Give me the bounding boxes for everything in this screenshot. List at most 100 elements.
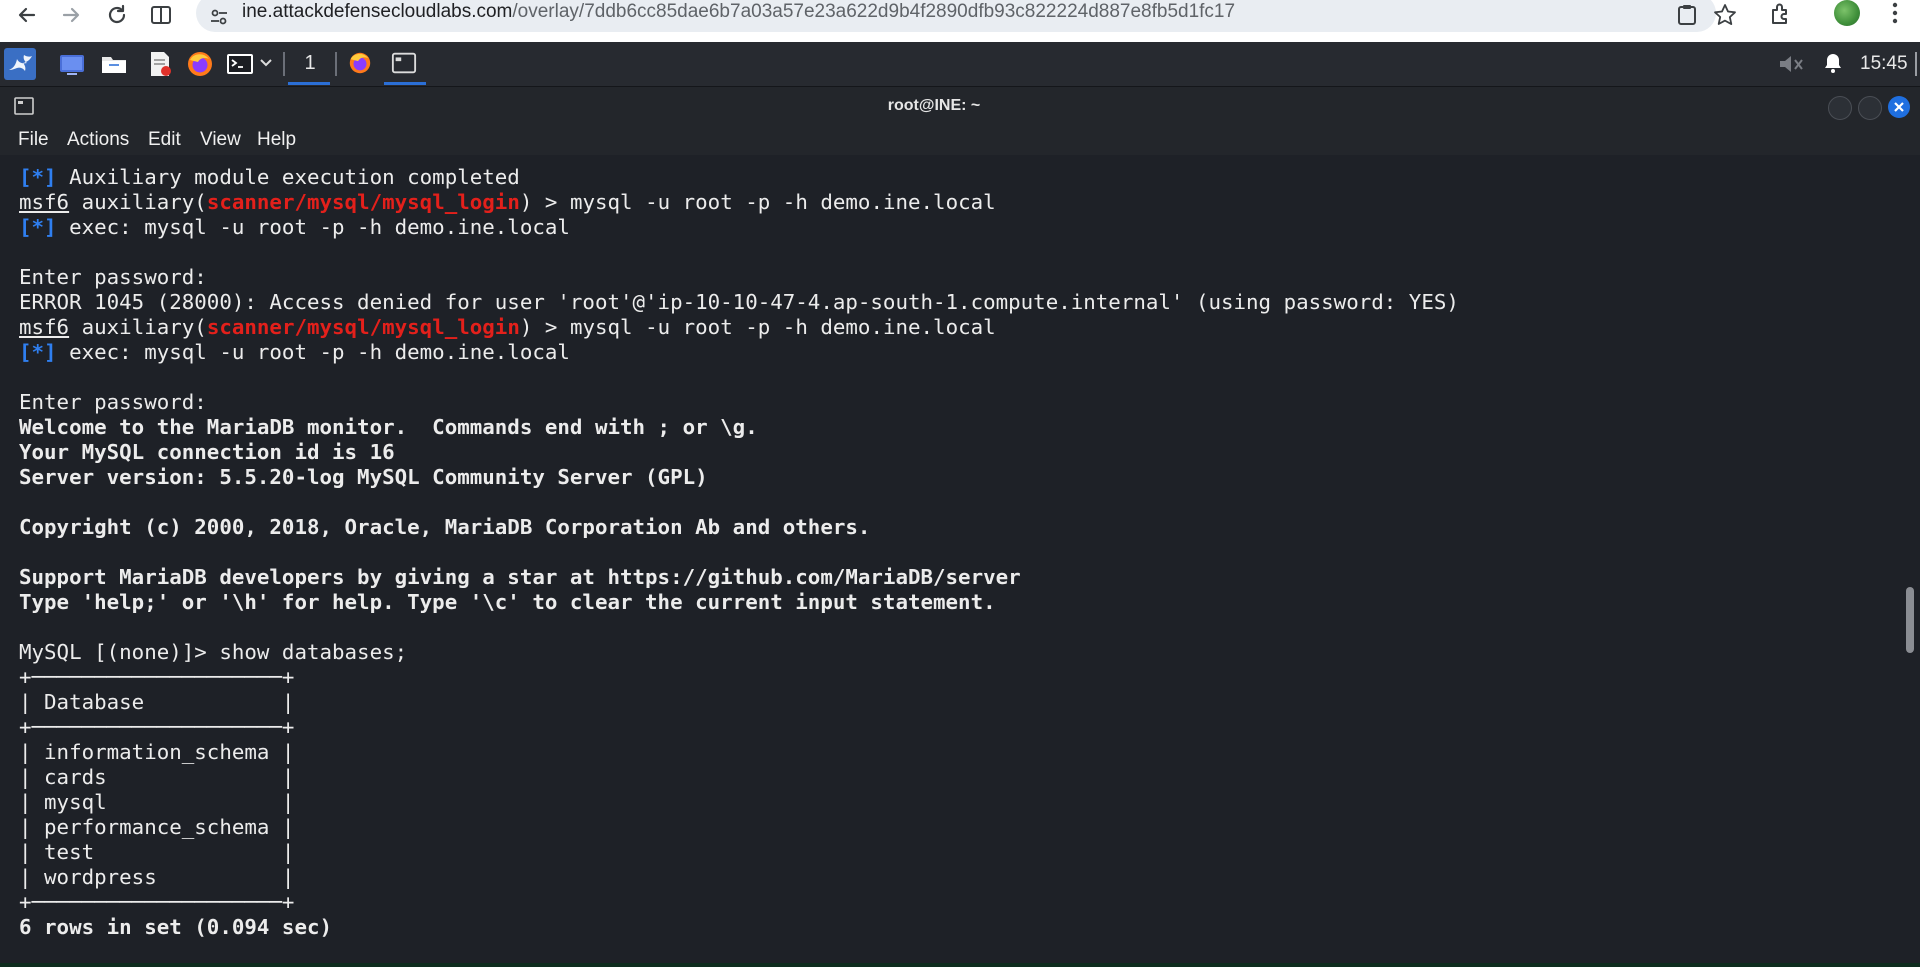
terminal-line: | wordpress |	[19, 865, 1459, 890]
line-text: Welcome to the MariaDB monitor. Commands…	[19, 415, 758, 439]
terminal-line: [*] Auxiliary module execution completed	[19, 165, 1459, 190]
workspace-number[interactable]: 1	[300, 52, 320, 75]
profile-avatar[interactable]	[1834, 0, 1860, 26]
url-host: ine.attackdefensecloudlabs.com	[242, 1, 513, 22]
terminal-line: +────────────────────+	[19, 665, 1459, 690]
terminal-line: msf6 auxiliary(scanner/mysql/mysql_login…	[19, 315, 1459, 340]
terminal-line: | test |	[19, 840, 1459, 865]
clipboard-icon[interactable]	[1674, 2, 1700, 28]
split-view-icon[interactable]	[148, 2, 174, 28]
terminal-line: | mysql |	[19, 790, 1459, 815]
line-text: | information_schema |	[19, 740, 295, 764]
address-bar[interactable]: ine.attackdefensecloudlabs.com/overlay/7…	[196, 0, 1736, 32]
prompt-command: ) > mysql -u root -p -h demo.ine.local	[519, 190, 996, 214]
text-editor-icon[interactable]	[146, 50, 174, 78]
line-text: ERROR 1045 (28000): Access denied for us…	[19, 290, 1459, 314]
task-terminal-icon[interactable]	[391, 50, 419, 78]
more-menu-icon[interactable]	[1890, 0, 1900, 28]
terminal-icon[interactable]	[226, 50, 254, 78]
terminal-menubar: File Actions Edit View Help	[0, 125, 1920, 155]
bottom-strip	[0, 963, 1920, 967]
line-text: 6 rows in set (0.094 sec)	[19, 915, 333, 939]
line-text: Server version: 5.5.20-log MySQL Communi…	[19, 465, 708, 489]
menu-view[interactable]: View	[200, 129, 241, 151]
line-text: | Database |	[19, 690, 295, 714]
terminal-line: Server version: 5.5.20-log MySQL Communi…	[19, 465, 1459, 490]
prompt-command: ) > mysql -u root -p -h demo.ine.local	[519, 315, 996, 339]
menu-help[interactable]: Help	[257, 129, 296, 151]
reload-icon[interactable]	[104, 2, 130, 28]
terminal-line: | information_schema |	[19, 740, 1459, 765]
info-marker: [*]	[19, 215, 57, 239]
line-text: | mysql |	[19, 790, 295, 814]
task-active-indicator	[384, 82, 426, 85]
site-settings-icon[interactable]	[208, 6, 230, 28]
firefox-icon[interactable]	[186, 50, 214, 78]
menu-edit[interactable]: Edit	[148, 129, 181, 151]
line-text: | performance_schema |	[19, 815, 295, 839]
task-firefox-icon[interactable]	[347, 50, 375, 78]
line-text: exec: mysql -u root -p -h demo.ine.local	[56, 215, 570, 239]
line-text: Auxiliary module execution completed	[56, 165, 520, 189]
terminal-line: Enter password:	[19, 265, 1459, 290]
terminal-line: MySQL [(none)]> show databases;	[19, 640, 1459, 665]
terminal-output[interactable]: [*] Auxiliary module execution completed…	[0, 155, 1920, 967]
line-text: +────────────────────+	[19, 890, 295, 914]
line-text: Copyright (c) 2000, 2018, Oracle, MariaD…	[19, 515, 871, 539]
terminal-titlebar[interactable]: root@INE: ~	[0, 87, 1920, 125]
line-text: Type 'help;' or '\h' for help. Type '\c'…	[19, 590, 996, 614]
browser-toolbar: ine.attackdefensecloudlabs.com/overlay/7…	[0, 0, 1920, 43]
file-manager-icon[interactable]	[100, 50, 128, 78]
line-text: | wordpress |	[19, 865, 295, 889]
url-path: /overlay/7ddb6cc85dae6b7a03a57e23a622d9b…	[512, 1, 1236, 22]
maximize-button[interactable]	[1858, 96, 1882, 120]
line-text: +────────────────────+	[19, 715, 295, 739]
terminal-line: Support MariaDB developers by giving a s…	[19, 565, 1459, 590]
module-path: scanner/mysql/mysql_login	[206, 315, 520, 339]
prompt-prefix: auxiliary(	[69, 190, 207, 214]
star-icon[interactable]	[1712, 2, 1738, 28]
notifications-bell-icon[interactable]	[1820, 50, 1846, 78]
panel-separator	[283, 52, 285, 76]
terminal-line: msf6 auxiliary(scanner/mysql/mysql_login…	[19, 190, 1459, 215]
close-button[interactable]	[1888, 96, 1910, 118]
terminal-line: Copyright (c) 2000, 2018, Oracle, MariaD…	[19, 515, 1459, 540]
workspace-active-indicator	[288, 82, 330, 85]
terminal-line: Type 'help;' or '\h' for help. Type '\c'…	[19, 590, 1459, 615]
line-text: exec: mysql -u root -p -h demo.ine.local	[56, 340, 570, 364]
line-text: Support MariaDB developers by giving a s…	[19, 565, 1021, 589]
line-text: Your MySQL connection id is 16	[19, 440, 395, 464]
line-text: Enter password:	[19, 390, 207, 414]
forward-icon[interactable]	[58, 2, 84, 28]
line-text: Enter password:	[19, 265, 207, 289]
terminal-line: | performance_schema |	[19, 815, 1459, 840]
dropdown-chevron-icon[interactable]	[259, 56, 273, 70]
scrollbar-thumb[interactable]	[1906, 587, 1914, 653]
panel-separator	[1915, 52, 1917, 76]
menu-actions[interactable]: Actions	[67, 129, 129, 151]
panel-separator	[335, 52, 337, 76]
muted-speaker-icon[interactable]	[1776, 50, 1804, 78]
extensions-icon[interactable]	[1766, 0, 1794, 28]
terminal-line: 6 rows in set (0.094 sec)	[19, 915, 1459, 940]
minimize-button[interactable]	[1828, 96, 1852, 120]
terminal-line: +────────────────────+	[19, 890, 1459, 915]
panel-clock[interactable]: 15:45	[1860, 53, 1908, 75]
terminal-line: Welcome to the MariaDB monitor. Commands…	[19, 415, 1459, 440]
msf-prompt-user: msf6	[19, 190, 70, 214]
msf-prompt-user: msf6	[19, 315, 70, 339]
desktop-icon[interactable]	[58, 50, 86, 78]
line-text: | test |	[19, 840, 295, 864]
back-icon[interactable]	[14, 2, 40, 28]
line-text: +────────────────────+	[19, 665, 295, 689]
info-marker: [*]	[19, 340, 57, 364]
kali-menu-icon[interactable]	[4, 48, 36, 80]
terminal-line: [*] exec: mysql -u root -p -h demo.ine.l…	[19, 215, 1459, 240]
menu-file[interactable]: File	[18, 129, 49, 151]
url-text[interactable]: ine.attackdefensecloudlabs.com/overlay/7…	[242, 1, 1235, 23]
terminal-lines: [*] Auxiliary module execution completed…	[19, 165, 1459, 940]
